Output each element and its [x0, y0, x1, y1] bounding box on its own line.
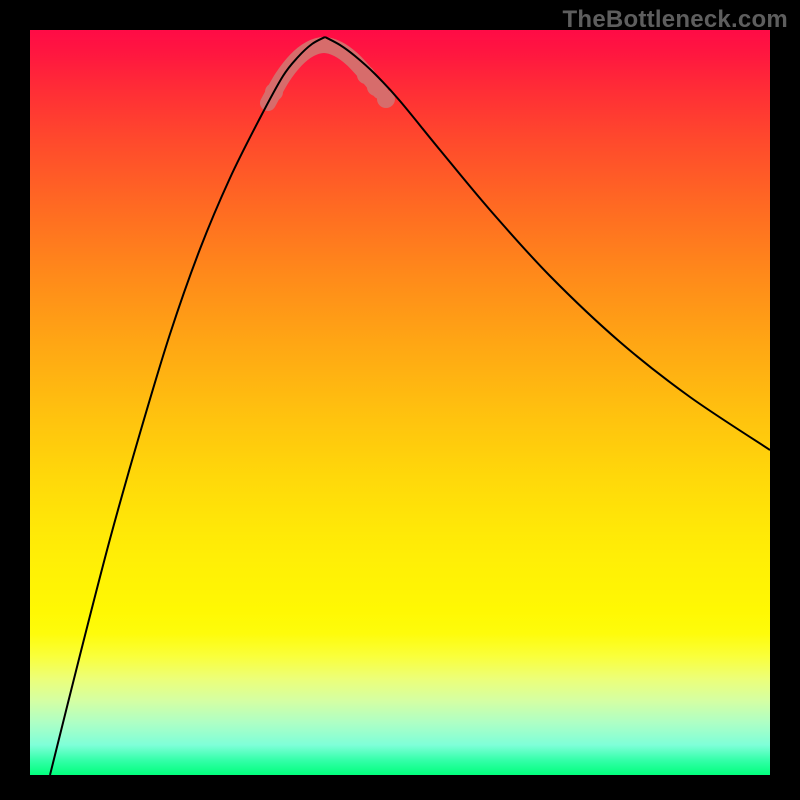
- curve-svg: [30, 30, 770, 775]
- left-curve: [50, 37, 325, 775]
- plot-area: [30, 30, 770, 775]
- chart-container: TheBottleneck.com: [0, 0, 800, 800]
